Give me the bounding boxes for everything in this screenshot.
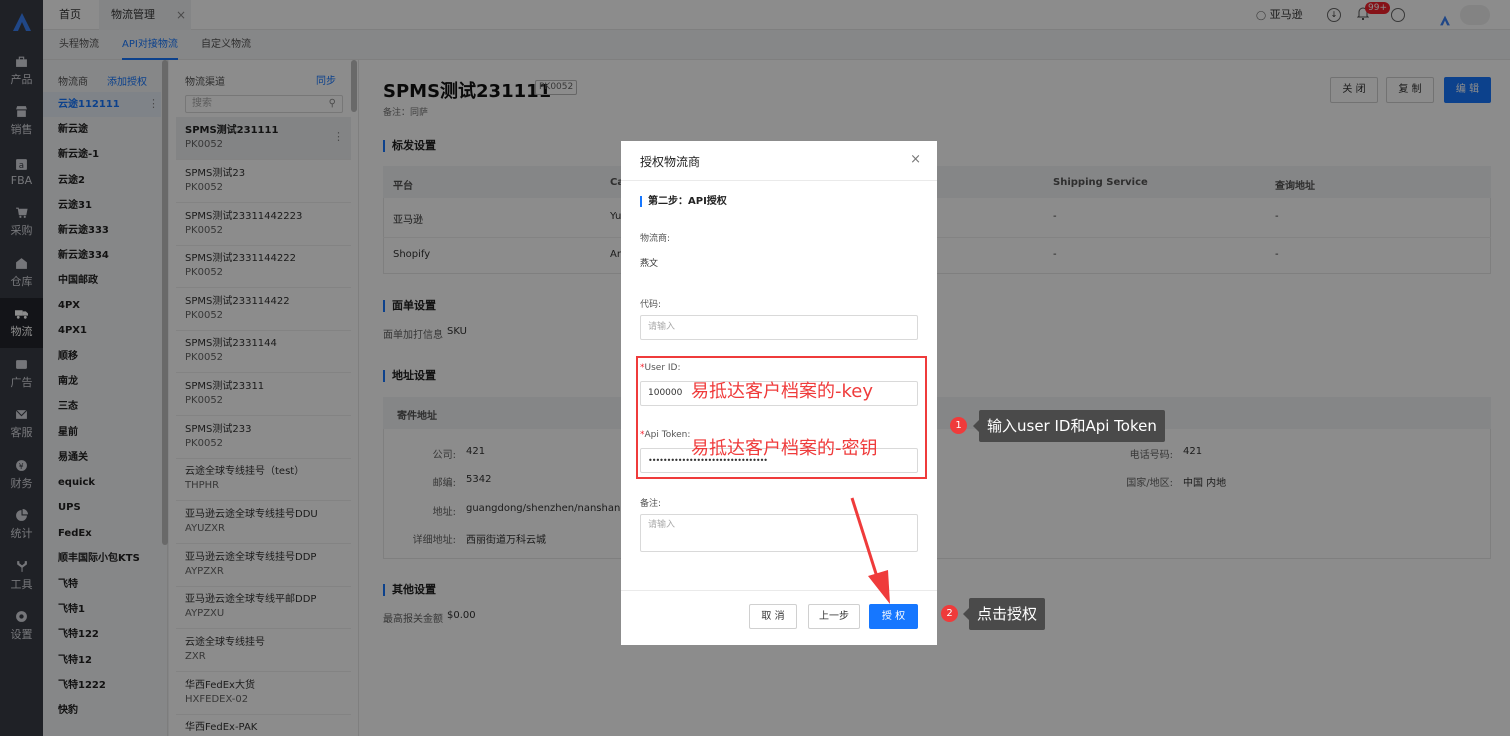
highlight-box [636, 356, 927, 479]
step-1-tooltip: 输入user ID和Api Token [973, 410, 1165, 442]
divider [621, 180, 937, 181]
secret-hint-annotation: 易抵达客户档案的-密钥 [691, 438, 878, 459]
code-placeholder: 请输入 [648, 322, 676, 332]
code-label: 代码: [640, 300, 662, 310]
remark-label: 备注: [640, 499, 662, 509]
carrier-value: 燕文 [640, 259, 659, 269]
step-1-marker: 1 [950, 417, 967, 434]
remark-placeholder: 请输入 [648, 520, 676, 530]
step-title: 第二步：API授权 [640, 196, 727, 207]
close-icon[interactable]: × [910, 152, 921, 167]
step-2-tooltip: 点击授权 [962, 598, 1046, 630]
cancel-button[interactable]: 取 消 [749, 604, 797, 629]
carrier-label: 物流商: [640, 234, 671, 244]
step-2-marker: 2 [941, 605, 958, 622]
modal-title: 授权物流商 [640, 155, 701, 169]
code-input[interactable]: 请输入 [640, 315, 918, 340]
pointer-arrow [850, 497, 890, 604]
key-hint-annotation: 易抵达客户档案的-key [691, 381, 874, 402]
